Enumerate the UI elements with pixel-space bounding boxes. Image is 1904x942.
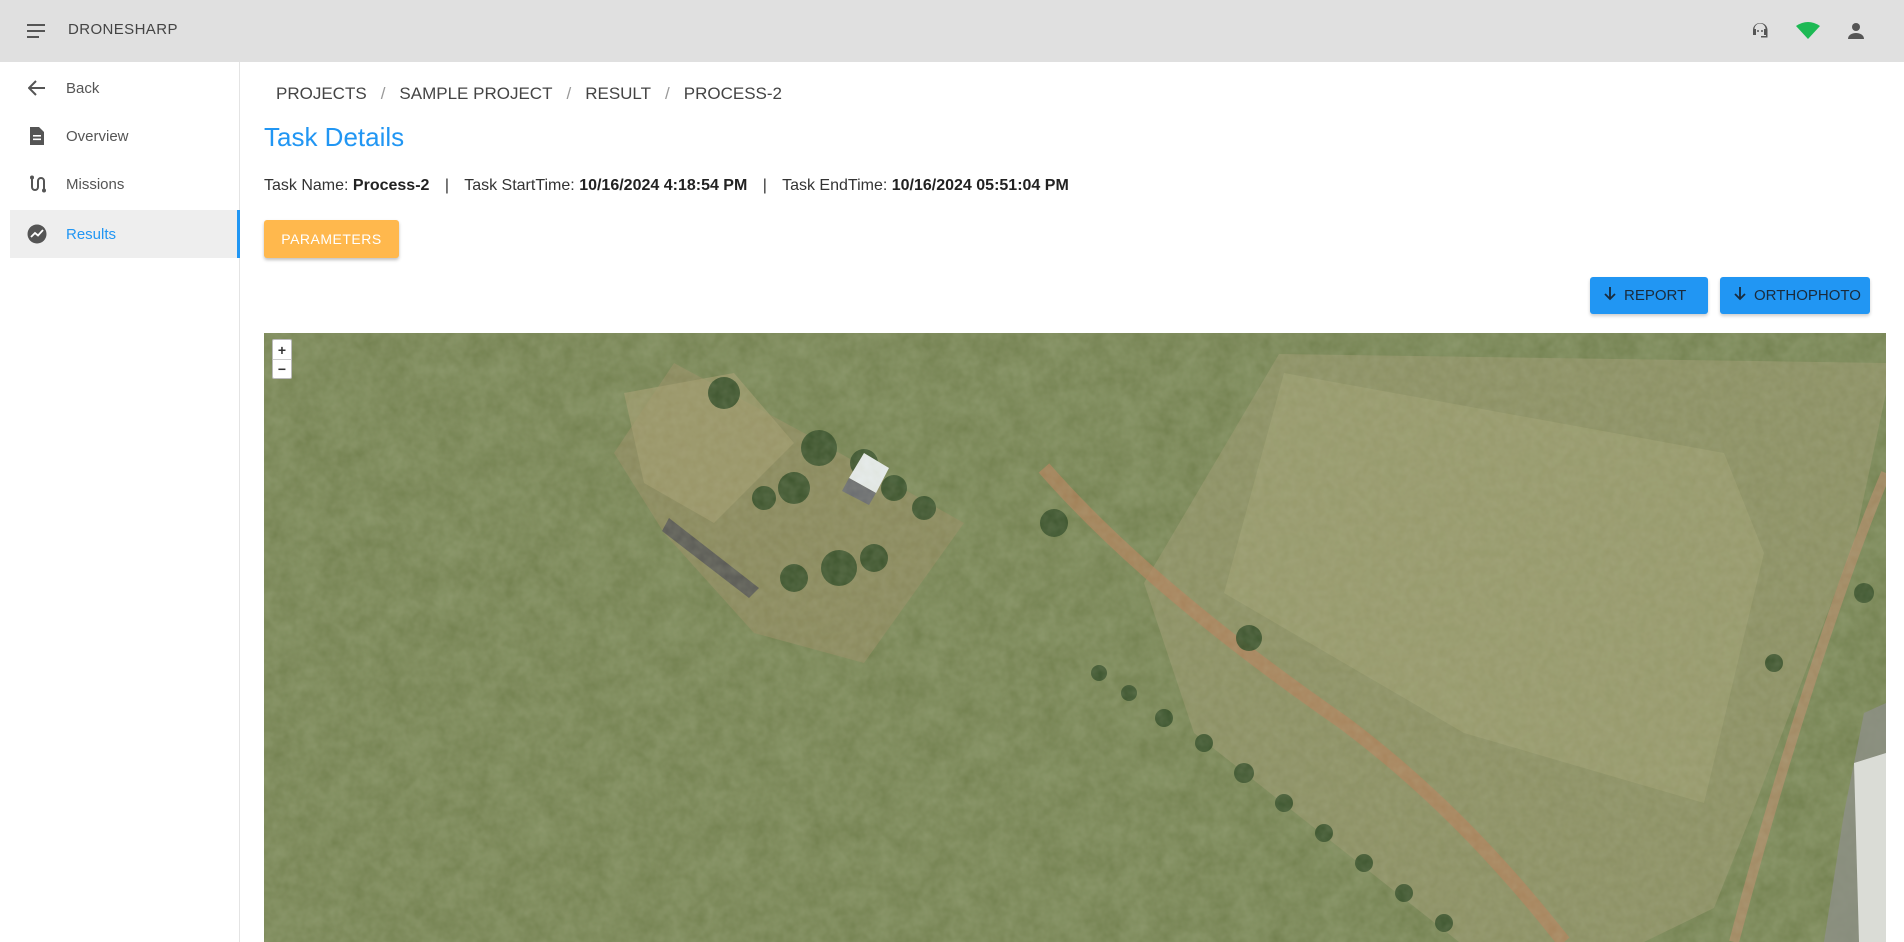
orthophoto-label: ORTHOPHOTO [1754,287,1861,304]
orthophoto-map[interactable]: + − [264,333,1886,942]
report-label: REPORT [1624,287,1687,304]
app-bar: DRONESHARP [0,0,1904,62]
end-time-value: 10/16/2024 05:51:04 PM [891,177,1069,194]
orthophoto-download-button[interactable]: ORTHOPHOTO [1720,277,1870,314]
app-title: DRONESHARP [68,21,178,38]
top-icons [1748,19,1868,43]
start-time-label: Task StartTime: [464,177,575,194]
account-icon[interactable] [1844,19,1868,43]
download-icon [1604,286,1616,305]
route-icon [26,173,48,195]
info-divider: | [762,177,767,194]
sidebar-item-overview[interactable]: Overview [10,112,240,160]
document-icon [26,125,48,147]
page-title: Task Details [264,122,405,152]
info-divider: | [444,177,450,194]
zoom-out-button[interactable]: − [273,359,291,378]
sidebar-item-label: Overview [66,127,129,145]
breadcrumb-projects[interactable]: PROJECTS [276,84,367,104]
sidebar-item-label: Back [66,79,100,97]
zoom-controls: + − [272,339,292,379]
sidebar-item-back[interactable]: Back [10,64,240,112]
task-name-value: Process-2 [352,177,430,194]
parameters-button[interactable]: PARAMETERS [264,220,399,258]
sidebar-item-missions[interactable]: Missions [10,160,240,208]
start-time-value: 10/16/2024 4:18:54 PM [579,177,748,194]
download-icon [1734,286,1746,305]
breadcrumb-separator: / [380,84,386,103]
menu-icon[interactable] [24,21,48,41]
breadcrumb-sample-project[interactable]: SAMPLE PROJECT [399,84,552,104]
task-name-label: Task Name: [264,177,349,194]
orthophoto-image [264,333,1886,942]
breadcrumb: PROJECTS / SAMPLE PROJECT / RESULT / PRO… [276,84,782,104]
chart-icon [26,223,48,245]
sidebar-item-label: Results [66,225,117,243]
breadcrumb-separator: / [566,84,572,103]
task-info: Task Name: Process-2 | Task StartTime: 1… [264,177,1069,195]
zoom-in-button[interactable]: + [273,340,291,359]
support-agent-icon[interactable] [1748,19,1772,43]
sidebar-item-results[interactable]: Results [10,210,240,258]
report-download-button[interactable]: REPORT [1590,277,1708,314]
breadcrumb-separator: / [665,84,670,103]
sidebar: Back Overview Missions Results [0,62,240,942]
wifi-signal-icon[interactable] [1796,19,1820,43]
arrow-left-icon [26,77,48,99]
breadcrumb-result[interactable]: RESULT [585,84,651,104]
sidebar-item-label: Missions [66,175,125,193]
end-time-label: Task EndTime: [782,177,888,194]
breadcrumb-process: PROCESS-2 [683,84,782,103]
